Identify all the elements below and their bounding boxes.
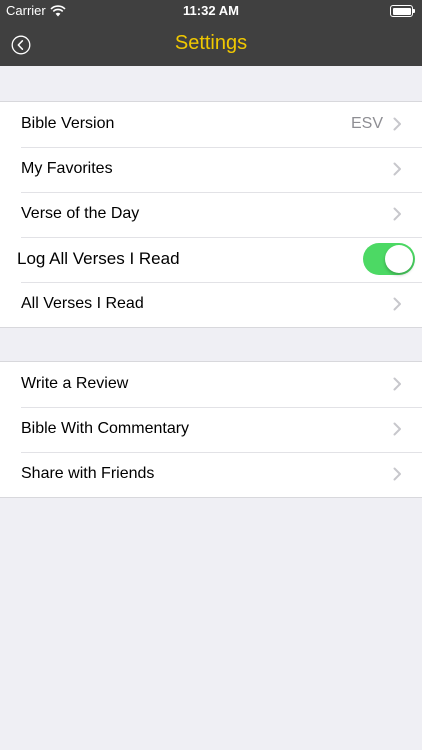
chevron-right-icon xyxy=(393,422,401,436)
row-label: Verse of the Day xyxy=(21,205,140,222)
row-label: Log All Verses I Read xyxy=(17,249,180,268)
battery-icon xyxy=(390,5,416,17)
row-label: Bible With Commentary xyxy=(21,420,190,437)
row-label: Write a Review xyxy=(21,375,129,392)
row-my-favorites[interactable]: My Favorites xyxy=(0,147,422,192)
row-label: Bible Version xyxy=(21,115,115,132)
settings-group-main: Bible Version ESV My Favorites Verse of … xyxy=(0,101,422,328)
chevron-right-icon xyxy=(393,162,401,176)
chevron-right-icon xyxy=(393,117,401,131)
chevron-right-icon xyxy=(393,297,401,311)
settings-group-app: Write a Review Bible With Commentary Sha… xyxy=(0,361,422,498)
status-time: 11:32 AM xyxy=(183,3,239,18)
nav-bar: Settings xyxy=(0,22,422,66)
row-label: My Favorites xyxy=(21,160,113,177)
top-bar: Carrier 11:32 AM Settings xyxy=(0,0,422,66)
page-title: Settings xyxy=(174,32,248,54)
chevron-right-icon xyxy=(393,207,401,221)
chevron-right-icon xyxy=(393,467,401,481)
row-write-review[interactable]: Write a Review xyxy=(0,362,422,407)
row-label: All Verses I Read xyxy=(21,295,144,312)
row-log-all-verses: Log All Verses I Read xyxy=(0,237,422,282)
row-label: Share with Friends xyxy=(21,465,155,482)
row-all-verses-read[interactable]: All Verses I Read xyxy=(0,282,422,327)
toggle-knob xyxy=(385,245,413,273)
status-bar: Carrier 11:32 AM xyxy=(0,0,422,22)
chevron-right-icon xyxy=(393,377,401,391)
row-bible-version[interactable]: Bible Version ESV xyxy=(0,102,422,147)
row-value-bible-version: ESV xyxy=(350,115,383,132)
log-verses-toggle[interactable] xyxy=(363,243,415,275)
row-verse-of-the-day[interactable]: Verse of the Day xyxy=(0,192,422,237)
row-share-with-friends[interactable]: Share with Friends xyxy=(0,452,422,497)
row-bible-with-commentary[interactable]: Bible With Commentary xyxy=(0,407,422,452)
